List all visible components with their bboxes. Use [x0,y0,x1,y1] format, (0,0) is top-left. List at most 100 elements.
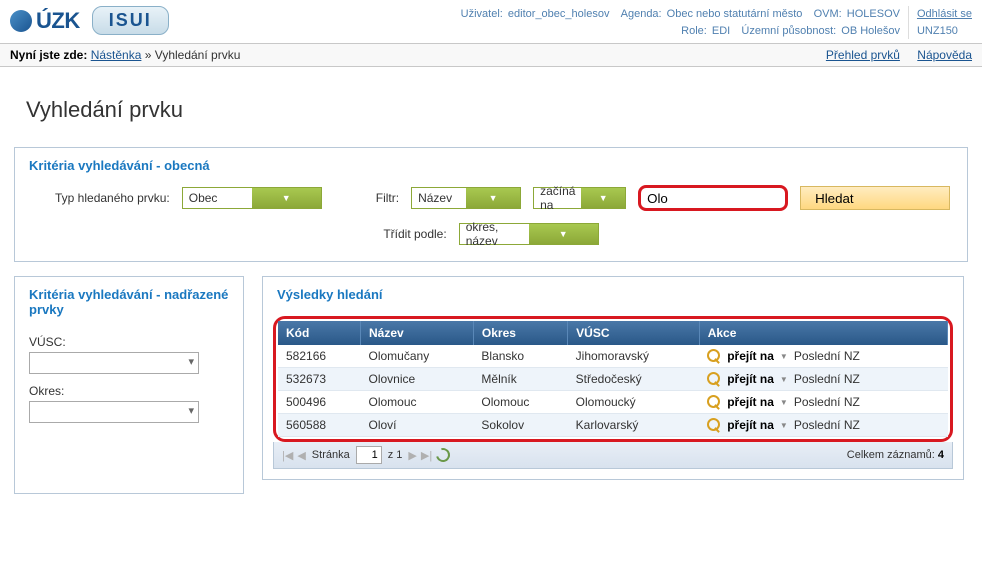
logo-cuzk: ÚZK [10,8,80,34]
results-table: Kód Název Okres VÚSC Akce 582166Olomučan… [278,321,948,437]
breadcrumb-prefix: Nyní jste zde: [10,48,87,62]
link-napoveda[interactable]: Nápověda [917,48,972,62]
sort-value: okres, název [460,220,529,248]
cell-nazev: Olomučany [361,345,474,368]
chevron-down-icon[interactable]: ▼ [780,375,788,384]
logout-link[interactable]: Odhlásit se [917,6,972,23]
role-label: Role: [681,25,707,37]
chevron-down-icon: ▼ [581,188,625,208]
action-last-nz[interactable]: Poslední NZ [794,349,860,363]
col-akce: Akce [699,321,947,345]
chevron-down-icon[interactable]: ▼ [780,421,788,430]
search-icon[interactable] [707,372,721,386]
ovm-value: HOLESOV [847,8,900,20]
cell-nazev: Oloví [361,414,474,437]
cell-okres: Sokolov [473,414,567,437]
sort-select[interactable]: okres, název ▼ [459,223,599,245]
sort-label: Třídit podle: [383,227,446,241]
total-value: 4 [938,449,944,461]
filter-field-select[interactable]: Název ▼ [411,187,521,209]
cell-vusc: Jihomoravský [568,345,700,368]
app-header: ÚZK ISUI Uživatel: editor_obec_holesov A… [0,0,982,43]
action-goto[interactable]: přejít na [727,395,774,409]
type-label: Typ hledaného prvku: [55,191,170,205]
criteria-panel: Kritéria vyhledávání - obecná Typ hledan… [14,147,968,262]
chevron-down-icon: ▼ [529,224,598,244]
user-label: Uživatel: [461,8,503,20]
agenda-value: Obec nebo statutární město [667,8,803,20]
page-first-icon[interactable]: |◀ [282,449,293,462]
table-row: 582166OlomučanyBlanskoJihomoravskýpřejít… [278,345,948,368]
page-next-icon[interactable]: ▶ [408,449,416,462]
cell-nazev: Olovnice [361,368,474,391]
cell-okres: Mělník [473,368,567,391]
side-panel-title: Kritéria vyhledávání - nadřazené prvky [29,287,229,335]
table-row: 532673OlovniceMělníkStředočeskýpřejít na… [278,368,948,391]
globe-icon [10,10,32,32]
page-title: Vyhledání prvku [26,97,972,123]
search-icon[interactable] [707,418,721,432]
filter-op-select[interactable]: začíná na ▼ [533,187,626,209]
cell-okres: Blansko [473,345,567,368]
chevron-down-icon: ▼ [252,188,321,208]
vusc-select[interactable] [29,352,199,374]
pager-bar: |◀ ◀ Stránka z 1 ▶ ▶| Celkem záznamů: 4 [273,442,953,469]
role-value: EDI [712,25,730,37]
breadcrumb-sep: » [145,48,155,62]
action-last-nz[interactable]: Poslední NZ [794,372,860,386]
search-icon[interactable] [707,349,721,363]
table-row: 560588OlovíSokolovKarlovarský přejít na ▼ P… [278,414,948,437]
cell-vusc: Olomoucký [568,391,700,414]
page-of: z 1 [388,449,403,461]
header-meta: Uživatel: editor_obec_holesov Agenda: Ob… [459,6,900,39]
breadcrumb-nastenka[interactable]: Nástěnka [91,48,142,62]
results-highlight-box: Kód Název Okres VÚSC Akce 582166Olomučan… [273,316,953,442]
page-prev-icon[interactable]: ◀ [297,449,305,462]
table-row: 500496OlomoucOlomoucOlomouckýpřejít na▼P… [278,391,948,414]
page-last-icon[interactable]: ▶| [421,449,432,462]
cell-okres: Olomouc [473,391,567,414]
filter-field-value: Název [412,191,466,205]
refresh-icon[interactable] [434,445,453,464]
side-criteria-panel: Kritéria vyhledávání - nadřazené prvky V… [14,276,244,494]
search-icon[interactable] [707,395,721,409]
results-panel: Výsledky hledání Kód Název Okres VÚSC Ak… [262,276,964,480]
chevron-down-icon[interactable]: ▼ [780,398,788,407]
okres-label: Okres: [29,384,229,398]
total-label: Celkem záznamů: [847,449,935,461]
breadcrumb-bar: Nyní jste zde: Nástěnka » Vyhledání prvk… [0,43,982,67]
type-value: Obec [183,191,252,205]
results-title: Výsledky hledání [263,277,963,310]
col-vusc[interactable]: VÚSC [568,321,700,345]
filter-label: Filtr: [376,191,399,205]
search-button[interactable]: Hledat [800,186,950,210]
scope-label: Územní působnost: [741,25,836,37]
col-kod[interactable]: Kód [278,321,361,345]
col-nazev[interactable]: Název [361,321,474,345]
cell-vusc: Středočeský [568,368,700,391]
action-goto[interactable]: přejít na [727,349,774,363]
breadcrumb-current: Vyhledání prvku [155,48,241,62]
criteria-panel-title: Kritéria vyhledávání - obecná [15,148,967,181]
col-okres[interactable]: Okres [473,321,567,345]
cell-kod: 560588 [278,414,361,437]
action-last-nz[interactable]: Poslední NZ [794,395,860,409]
chevron-down-icon[interactable]: ▼ [780,352,788,361]
filter-value-input[interactable] [638,185,788,211]
action-goto[interactable]: přejít na [727,372,774,386]
chevron-down-icon: ▼ [466,188,520,208]
page-label: Stránka [312,449,350,461]
user-value: editor_obec_holesov [508,8,610,20]
okres-select[interactable] [29,401,199,423]
action-last-nz[interactable]: Poslední NZ [794,418,860,432]
logo-isui: ISUI [92,6,169,35]
scope-value: OB Holešov [841,25,900,37]
filter-op-value: začíná na [534,184,581,212]
link-prehled-prvku[interactable]: Přehled prvků [826,48,900,62]
cell-vusc: Karlovarský [568,414,700,437]
session-code: UNZ150 [917,23,958,40]
page-input[interactable] [356,446,382,464]
type-select[interactable]: Obec ▼ [182,187,322,209]
cell-kod: 500496 [278,391,361,414]
action-goto[interactable]: přejít na [727,418,774,432]
